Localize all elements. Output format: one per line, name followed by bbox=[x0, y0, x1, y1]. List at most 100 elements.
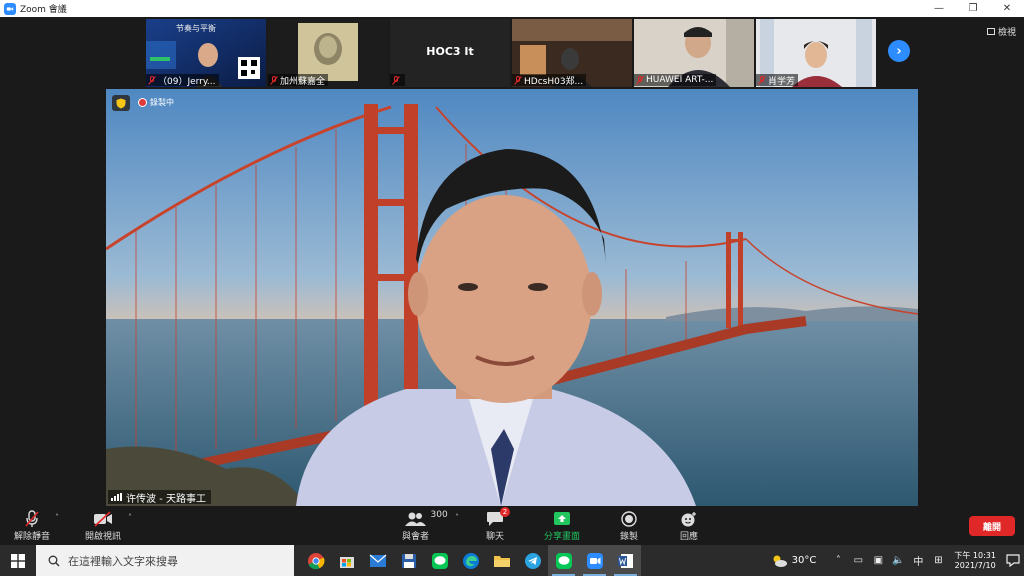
notification-icon bbox=[1006, 554, 1020, 567]
windows-logo-icon bbox=[11, 553, 25, 568]
taskbar-app-zoom[interactable] bbox=[579, 545, 610, 576]
start-video-label: 開啟視訊 bbox=[85, 532, 122, 542]
taskbar-app-word[interactable] bbox=[610, 545, 641, 576]
chat-unread-badge: 2 bbox=[500, 507, 510, 517]
temperature: 30°C bbox=[791, 555, 817, 566]
chat-button[interactable]: 2 聊天 bbox=[486, 507, 510, 542]
zoom-window: Zoom 會議 — ❐ ✕ 节奏与平衡 （09）Jerry... 加州蘇嘉全 H… bbox=[0, 0, 1024, 576]
video-options-chevron-icon[interactable]: ˄ bbox=[128, 513, 132, 522]
zoom-logo-icon bbox=[4, 2, 16, 15]
participant-tile[interactable]: HOC3 It bbox=[390, 19, 510, 87]
participants-options-chevron-icon[interactable]: ˄ bbox=[455, 513, 459, 522]
participant-strip: 节奏与平衡 （09）Jerry... 加州蘇嘉全 HOC3 It HDcsH03… bbox=[146, 19, 876, 87]
weather-cloud-icon bbox=[773, 555, 787, 567]
signal-bars-icon bbox=[111, 493, 122, 501]
mic-off-icon bbox=[148, 75, 156, 85]
search-icon bbox=[48, 555, 60, 566]
clock-time: 下午 10:31 bbox=[954, 550, 996, 560]
mic-off-icon bbox=[636, 75, 644, 85]
security-shield-icon[interactable] bbox=[112, 95, 130, 111]
view-button-label: 檢視 bbox=[997, 28, 1016, 38]
speaker-name-tag: 许传波 - 天路事工 bbox=[108, 490, 211, 505]
taskbar-app-line[interactable] bbox=[424, 545, 455, 576]
speaker-icon[interactable]: 🔈 bbox=[888, 555, 908, 566]
taskbar-app-store[interactable] bbox=[331, 545, 362, 576]
next-page-button[interactable]: › bbox=[888, 40, 910, 62]
taskbar-app-explorer[interactable] bbox=[486, 545, 517, 576]
recording-label: 錄製中 bbox=[150, 98, 174, 107]
record-button[interactable]: 錄製 bbox=[620, 510, 638, 542]
system-tray: 30°C ˄ ▭ ▣ 🔈 中 ⊞ 下午 10:31 2021/7/10 bbox=[770, 545, 1024, 576]
minimize-button[interactable]: — bbox=[922, 0, 956, 17]
participant-name: HUAWEI ART-... bbox=[646, 75, 714, 85]
taskbar-app-line-active[interactable] bbox=[548, 545, 579, 576]
windows-taskbar: 在這裡輸入文字來搜尋 30°C ˄ ▭ ▣ 🔈 中 ⊞ 下午 10:31 202… bbox=[0, 545, 1024, 576]
participant-name-tag: 加州蘇嘉全 bbox=[268, 74, 329, 86]
speaker-video-scene bbox=[106, 89, 918, 506]
chevron-right-icon: › bbox=[896, 43, 902, 59]
share-screen-label: 分享畫面 bbox=[544, 532, 581, 542]
active-speaker-video[interactable]: 錄製中 许传波 - 天路事工 bbox=[106, 89, 918, 506]
participant-tile[interactable]: 节奏与平衡 （09）Jerry... bbox=[146, 19, 266, 87]
folder-icon bbox=[493, 555, 510, 567]
zoom-app-icon bbox=[586, 552, 603, 569]
participants-label: 與會者 bbox=[402, 532, 430, 542]
mic-off-icon bbox=[24, 510, 40, 528]
taskbar-app-mail[interactable] bbox=[362, 545, 393, 576]
line-chat-icon bbox=[555, 552, 572, 569]
taskbar-clock[interactable]: 下午 10:31 2021/7/10 bbox=[954, 551, 996, 571]
reactions-label: 回應 bbox=[680, 532, 699, 542]
taskbar-app-chrome[interactable] bbox=[300, 545, 331, 576]
meeting-area: 节奏与平衡 （09）Jerry... 加州蘇嘉全 HOC3 It HDcsH03… bbox=[0, 17, 1024, 507]
participant-name: （09）Jerry... bbox=[158, 76, 216, 87]
taskbar-app-edge[interactable] bbox=[455, 545, 486, 576]
audio-options-chevron-icon[interactable]: ˄ bbox=[55, 513, 59, 522]
unmute-label: 解除靜音 bbox=[14, 532, 51, 542]
participant-name-tag: HUAWEI ART-... bbox=[634, 74, 717, 86]
meeting-toolbar: 解除靜音 ˄ 開啟視訊 ˄ 300 與會者 ˄ 2 聊天 分享畫面 錄製 回應 … bbox=[0, 507, 1024, 545]
chevron-up-icon[interactable]: ˄ bbox=[828, 555, 848, 566]
participant-tile[interactable]: 加州蘇嘉全 bbox=[268, 19, 388, 87]
word-icon bbox=[617, 553, 633, 568]
participant-name: 肖学芳 bbox=[768, 76, 796, 87]
video-off-icon bbox=[93, 510, 113, 528]
store-icon bbox=[339, 556, 354, 568]
chat-label: 聊天 bbox=[486, 532, 505, 542]
record-label: 錄製 bbox=[620, 532, 639, 542]
mic-off-icon bbox=[270, 75, 278, 85]
input-method-icon[interactable]: ⊞ bbox=[928, 555, 948, 566]
weather-widget[interactable]: 30°C bbox=[770, 554, 817, 568]
participant-name: HDcsH03郑... bbox=[524, 76, 584, 87]
start-button[interactable] bbox=[0, 545, 36, 576]
participant-name-tag: （09）Jerry... bbox=[146, 74, 219, 86]
battery-icon[interactable]: ▭ bbox=[848, 555, 868, 566]
reactions-button[interactable]: 回應 bbox=[680, 510, 698, 542]
close-button[interactable]: ✕ bbox=[990, 0, 1024, 17]
mail-icon bbox=[369, 554, 386, 567]
view-button[interactable]: 檢視 bbox=[986, 25, 1016, 38]
speaker-name: 许传波 - 天路事工 bbox=[126, 493, 206, 505]
leave-button[interactable]: 離開 bbox=[969, 516, 1015, 536]
notification-button[interactable] bbox=[1002, 554, 1024, 567]
taskbar-app-telegram[interactable] bbox=[517, 545, 548, 576]
participant-tile[interactable]: 肖学芳 bbox=[756, 19, 876, 87]
ime-indicator[interactable]: 中 bbox=[908, 553, 928, 568]
grid-view-icon bbox=[986, 28, 995, 35]
mic-off-icon bbox=[392, 75, 400, 85]
participant-tile[interactable]: HUAWEI ART-... bbox=[634, 19, 754, 87]
chat-icon: 2 bbox=[486, 507, 510, 528]
restore-button[interactable]: ❐ bbox=[956, 0, 990, 17]
share-screen-icon bbox=[553, 510, 571, 528]
start-video-button[interactable]: 開啟視訊 bbox=[85, 510, 121, 542]
network-icon[interactable]: ▣ bbox=[868, 555, 888, 566]
recording-dot-icon bbox=[138, 98, 147, 107]
window-title: Zoom 會議 bbox=[20, 5, 67, 15]
unmute-button[interactable]: 解除靜音 bbox=[14, 510, 50, 542]
participant-tile[interactable]: HDcsH03郑... bbox=[512, 19, 632, 87]
share-screen-button[interactable]: 分享畫面 bbox=[544, 510, 580, 542]
taskbar-search-input[interactable]: 在這裡輸入文字來搜尋 bbox=[36, 545, 294, 576]
taskbar-app-save[interactable] bbox=[393, 545, 424, 576]
title-bar: Zoom 會議 — ❐ ✕ bbox=[0, 0, 1024, 17]
participants-button[interactable]: 300 與會者 bbox=[402, 510, 448, 542]
chrome-icon bbox=[307, 552, 325, 569]
